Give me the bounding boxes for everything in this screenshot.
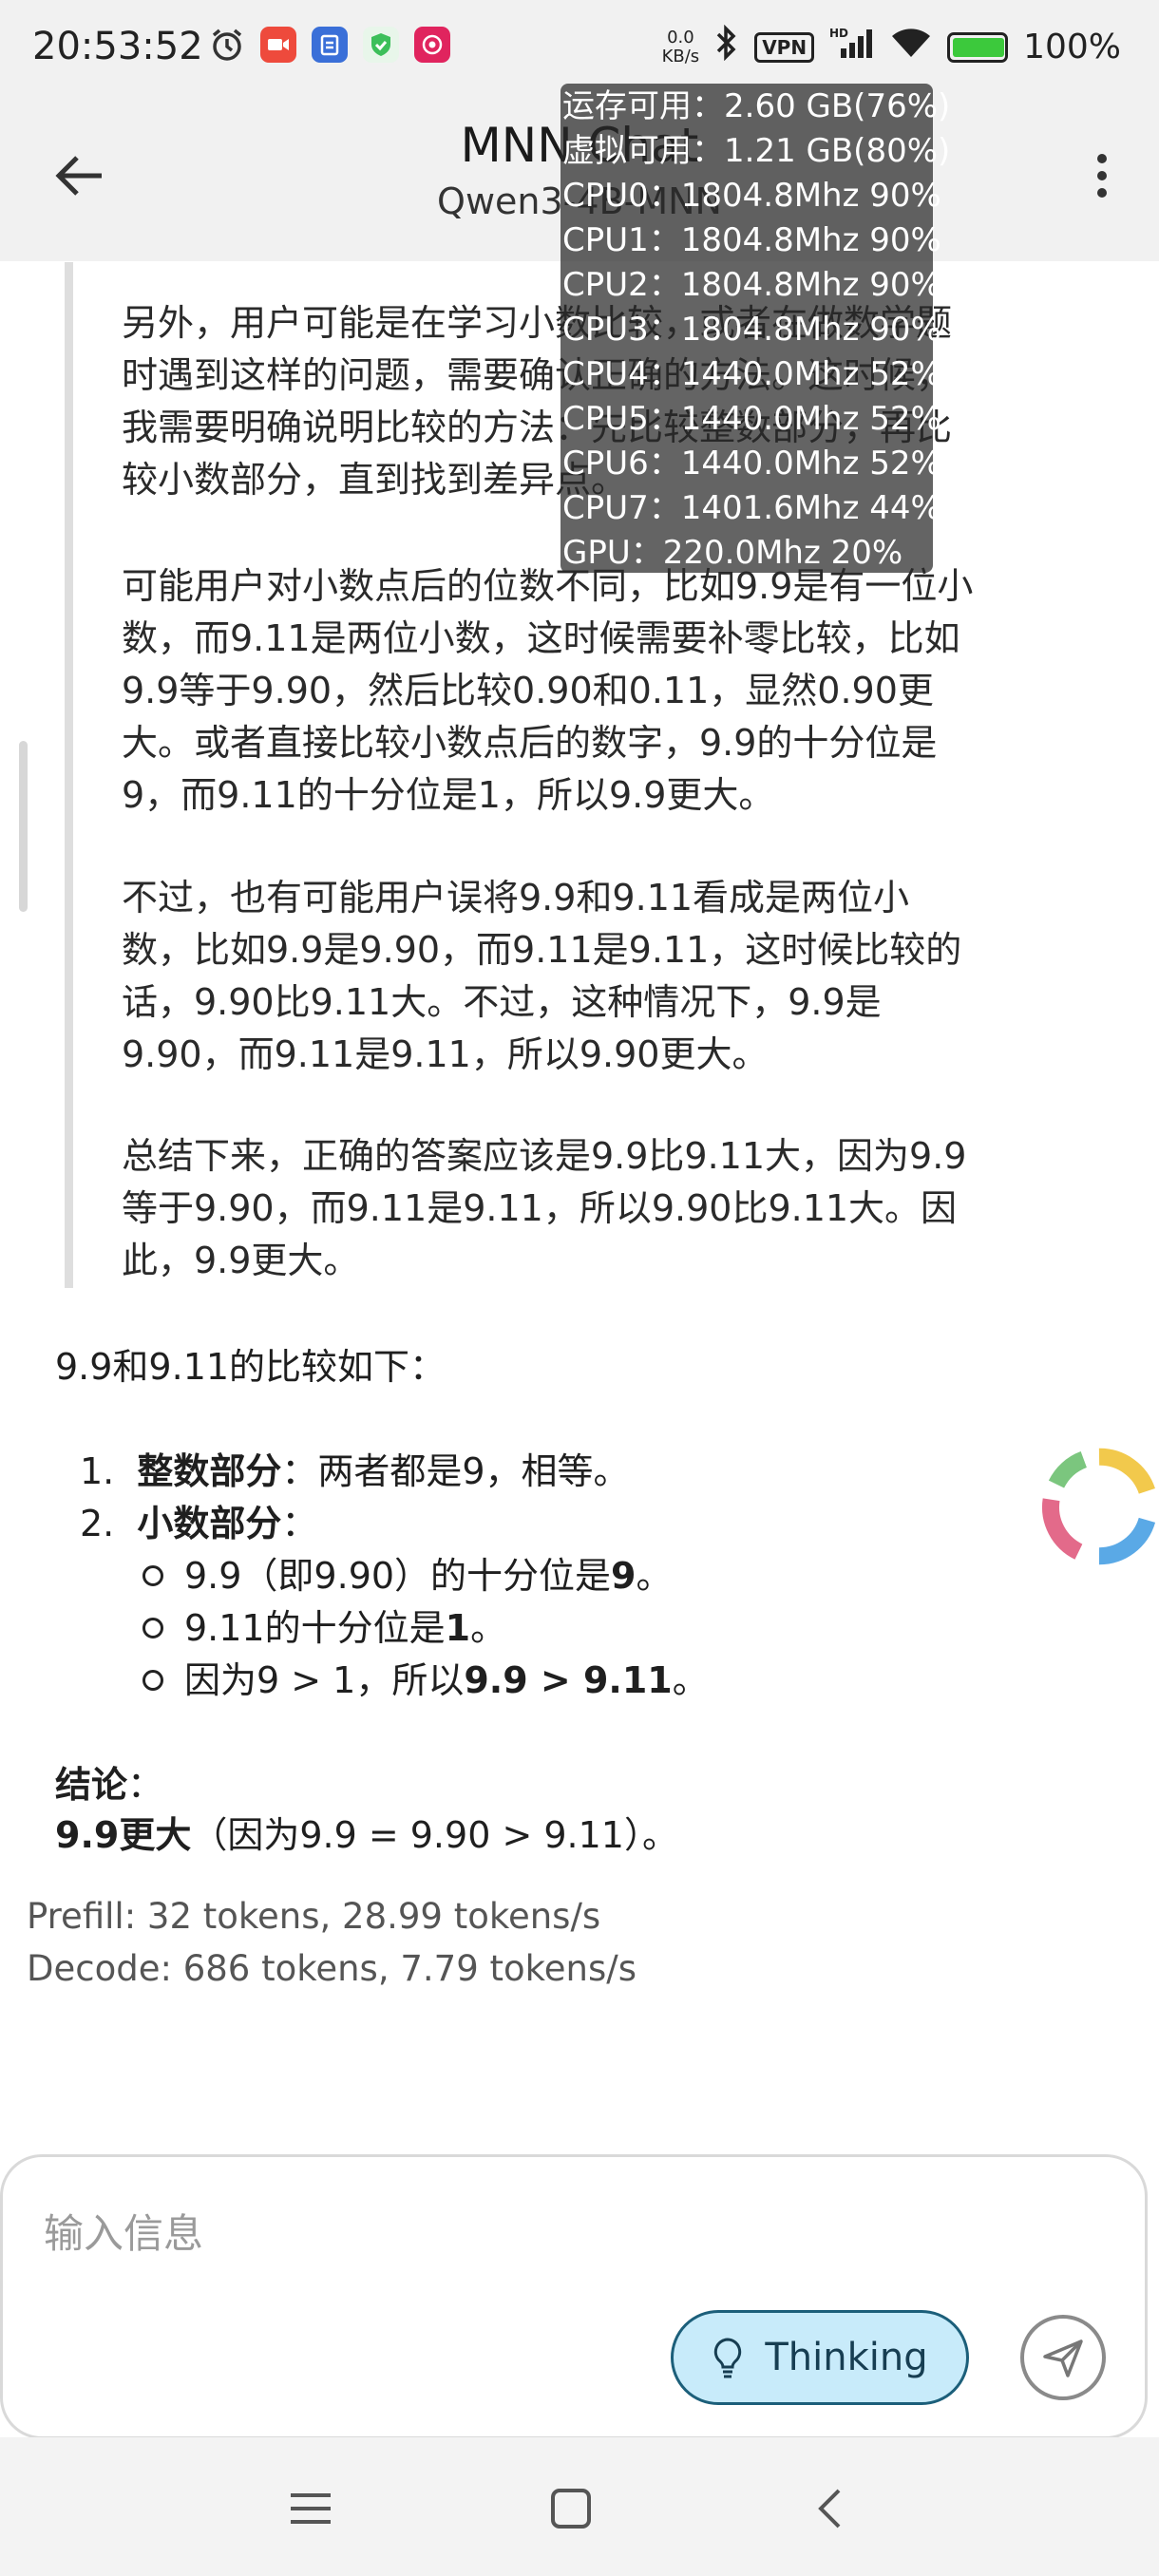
menu-nav-button[interactable] <box>277 2475 344 2542</box>
monitor-line: GPU：220.0Mhz 20% <box>562 534 903 572</box>
list-number: 1. <box>80 1450 115 1492</box>
answer-intro: 9.9和9.11的比较如下： <box>55 1346 446 1388</box>
status-time: 20:53:52 <box>32 25 203 68</box>
battery-fill <box>953 37 1005 57</box>
net-speed-unit: KB/s <box>661 46 700 66</box>
monitor-line: CPU4：1440.0Mhz 52% <box>562 355 941 393</box>
menu-icon <box>291 2493 331 2524</box>
status-right: 0.0 KB/s VPN HD 100% <box>662 24 1121 69</box>
circle-bullet-icon <box>142 1617 163 1638</box>
sub-end: 。 <box>636 1555 673 1597</box>
conclusion-detail: （因为9.9 = 9.90 > 9.11）。 <box>191 1814 678 1856</box>
monitor-line: CPU0：1804.8Mhz 90% <box>562 177 941 215</box>
sub-text: 9.9（即9.90）的十分位是 <box>184 1555 612 1597</box>
battery-icon <box>947 31 1009 63</box>
video-app-icon <box>260 27 296 63</box>
answer-list-item: 1. 整数部分：两者都是9，相等。 <box>80 1446 630 1498</box>
sub-bold: 9 <box>611 1555 636 1597</box>
chevron-left-icon <box>818 2489 841 2529</box>
item-text: ：两者都是9，相等。 <box>281 1450 630 1492</box>
thinking-paragraph: 不过，也有可能用户误将9.9和9.11看成是两位小数，比如9.9是9.90，而9… <box>122 877 962 1075</box>
monitor-line: 运存可用：2.60 GB(76%) <box>562 87 951 125</box>
answer-sub-item: 因为9 > 1，所以9.9 > 9.11。 <box>142 1655 709 1707</box>
home-square-icon <box>551 2489 591 2529</box>
status-bar: 20:53:52 0.0 KB/s VPN HD 100% <box>0 0 1159 95</box>
vpn-badge: VPN <box>754 31 815 63</box>
scrollbar-thumb[interactable] <box>19 741 28 912</box>
monitor-line: 虚拟可用：1.21 GB(80%) <box>562 132 951 170</box>
thinking-paragraph: 总结下来，正确的答案应该是9.9比9.11大，因为9.9等于9.90，而9.11… <box>122 1135 967 1281</box>
conclusion-heading: 结论 <box>55 1764 128 1806</box>
conclusion-text: 9.9更大（因为9.9 = 9.90 > 9.11）。 <box>55 1809 678 1862</box>
svg-text:HD: HD <box>829 27 848 40</box>
shield-app-icon <box>363 27 399 63</box>
answer-list-item: 2. 小数部分： <box>80 1498 317 1550</box>
network-speed: 0.0 KB/s <box>662 28 700 66</box>
message-input-card[interactable] <box>0 2154 1148 2439</box>
monitor-line: CPU3：1804.8Mhz 90% <box>562 311 941 349</box>
sub-text: 因为9 > 1，所以 <box>184 1659 465 1701</box>
item-text: ： <box>281 1503 318 1544</box>
conclusion-label: 结论： <box>55 1759 163 1811</box>
floating-assistant-bubble[interactable] <box>1039 1440 1159 1573</box>
message-input[interactable]: 输入信息 <box>44 2202 203 2260</box>
decode-stats: Decode: 686 tokens, 7.79 tokens/s <box>27 1948 636 1989</box>
sub-bold: 1 <box>445 1607 471 1649</box>
circle-bullet-icon <box>142 1669 163 1691</box>
clipboard-app-icon <box>312 27 348 63</box>
wifi-icon <box>890 26 932 68</box>
thinking-label: Thinking <box>765 2336 928 2379</box>
ring-icon <box>1042 1448 1156 1565</box>
lightbulb-icon <box>714 2338 742 2378</box>
alarm-icon <box>209 27 245 63</box>
conclusion-colon: ： <box>127 1764 164 1806</box>
list-number: 2. <box>80 1503 115 1544</box>
conclusion-bold: 9.9更大 <box>55 1814 192 1856</box>
net-speed-value: 0.0 <box>667 27 694 47</box>
signal-icon: HD <box>829 26 875 68</box>
home-nav-button[interactable] <box>538 2475 604 2542</box>
send-button[interactable] <box>1020 2315 1106 2400</box>
circle-bullet-icon <box>142 1564 163 1586</box>
more-dot-icon <box>1097 154 1107 163</box>
answer-sub-item: 9.9（即9.90）的十分位是9。 <box>142 1550 673 1602</box>
sub-end: 。 <box>470 1607 507 1649</box>
thinking-quote-bar <box>65 262 73 1288</box>
system-navigation-bar <box>0 2437 1159 2576</box>
music-app-icon <box>414 27 450 63</box>
prefill-stats: Prefill: 32 tokens, 28.99 tokens/s <box>27 1896 601 1937</box>
more-dot-icon <box>1097 171 1107 180</box>
back-nav-button[interactable] <box>796 2475 863 2542</box>
thinking-toggle-button[interactable]: Thinking <box>671 2310 969 2405</box>
send-icon <box>1043 2339 1083 2377</box>
battery-percent: 100% <box>1023 28 1121 66</box>
monitor-line: CPU2：1804.8Mhz 90% <box>562 266 941 304</box>
more-options-button[interactable] <box>1074 142 1130 209</box>
sub-end: 。 <box>672 1659 709 1701</box>
sub-text: 9.11的十分位是 <box>184 1607 446 1649</box>
thinking-paragraph: 可能用户对小数点后的位数不同，比如9.9是有一位小数，而9.11是两位小数，这时… <box>122 565 974 816</box>
sub-bold: 9.9 > 9.11 <box>464 1659 673 1701</box>
monitor-line: CPU5：1440.0Mhz 52% <box>562 400 941 438</box>
bluetooth-icon <box>714 24 739 69</box>
monitor-line: CPU7：1401.6Mhz 44% <box>562 489 941 527</box>
item-heading: 小数部分 <box>137 1503 282 1544</box>
monitor-line: CPU1：1804.8Mhz 90% <box>562 221 941 259</box>
answer-sub-item: 9.11的十分位是1。 <box>142 1602 506 1655</box>
more-dot-icon <box>1097 188 1107 198</box>
monitor-line: CPU6：1440.0Mhz 52% <box>562 445 941 483</box>
item-heading: 整数部分 <box>137 1450 282 1492</box>
notification-icons <box>209 27 450 63</box>
